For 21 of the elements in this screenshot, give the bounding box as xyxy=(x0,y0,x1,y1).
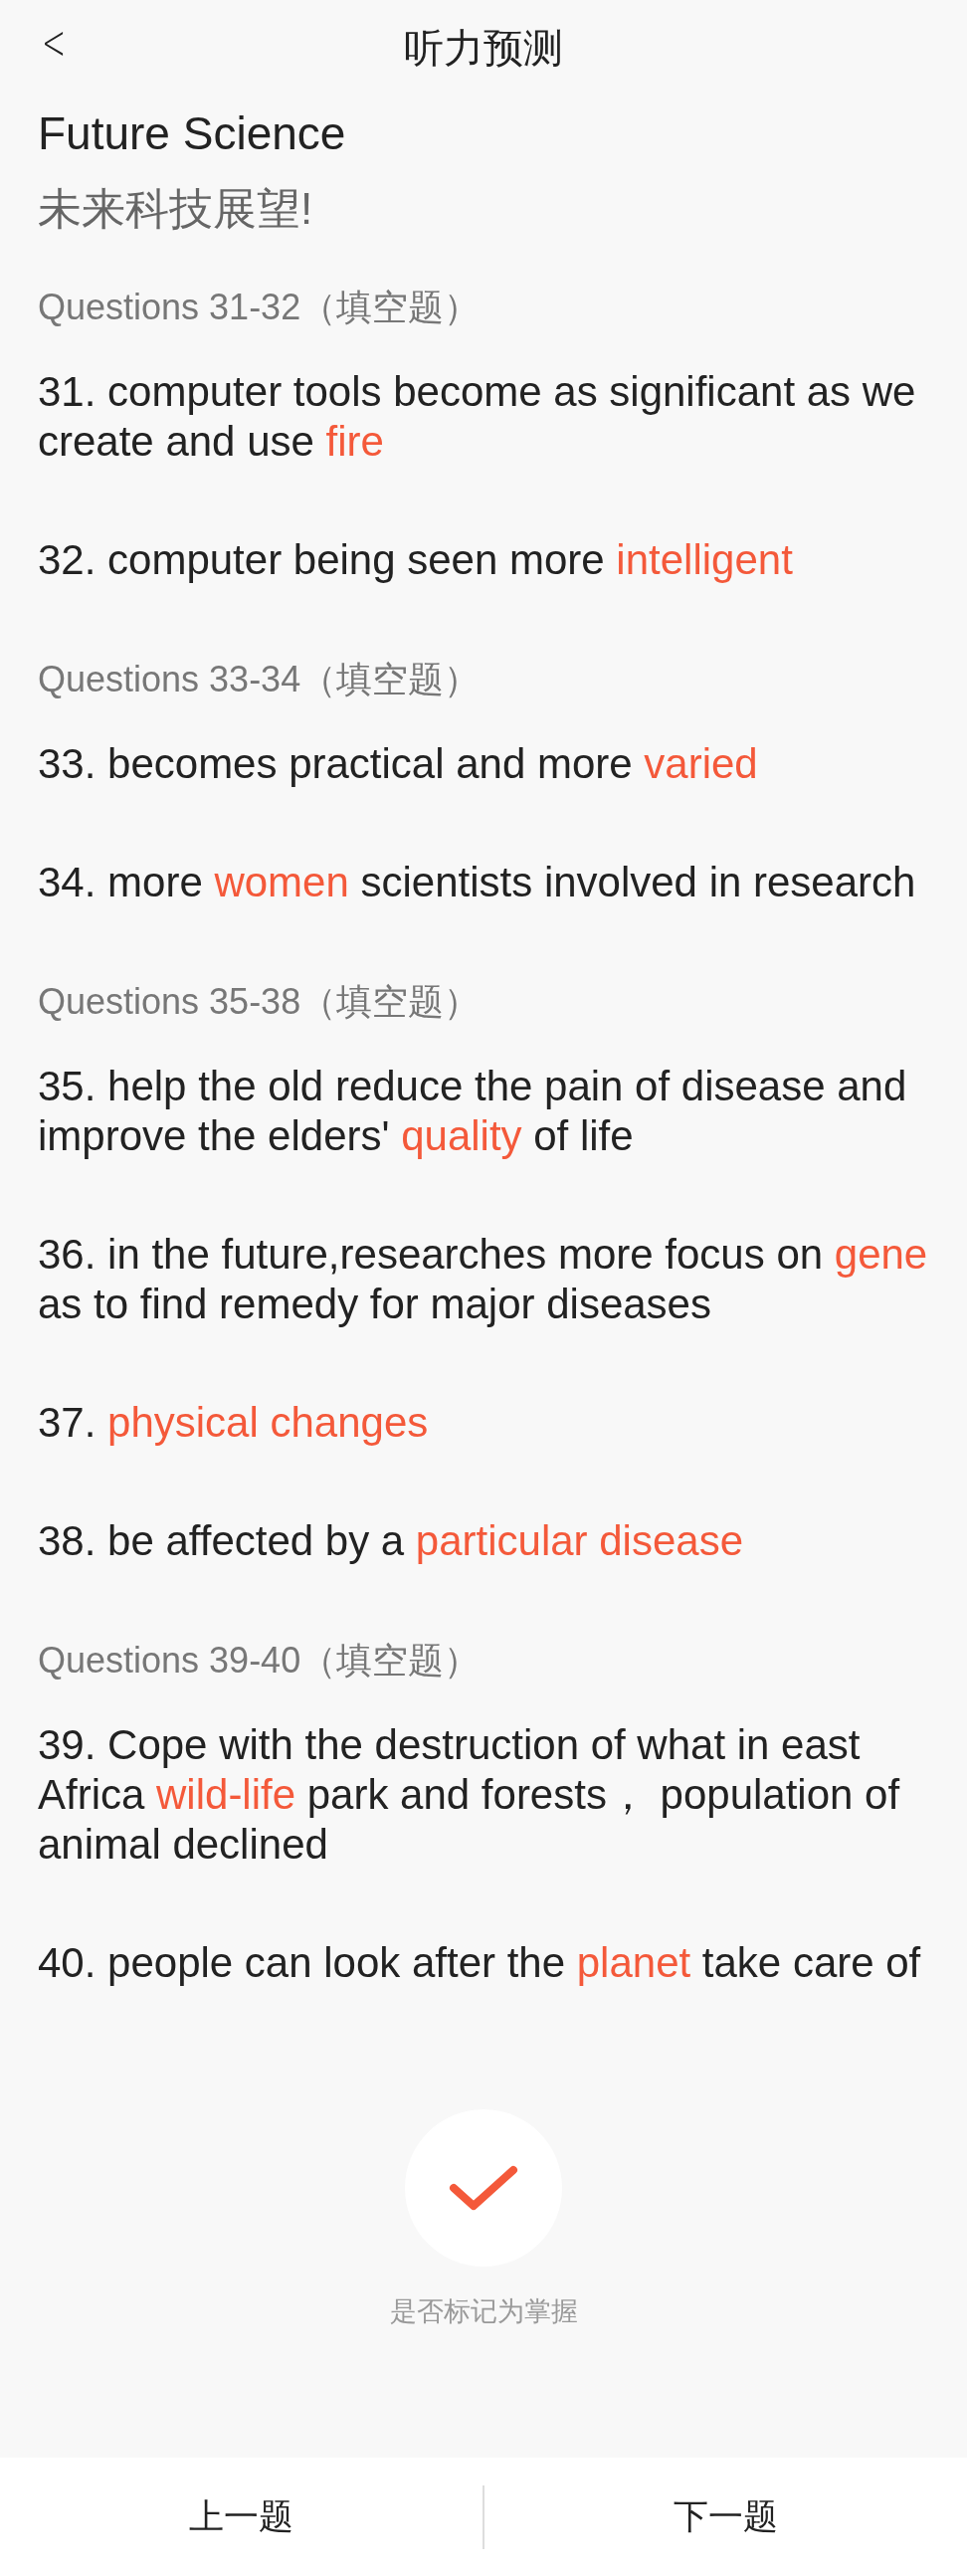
section-heading: Questions 31-32（填空题） xyxy=(38,288,482,327)
section-heading: Questions 33-34（填空题） xyxy=(38,660,482,699)
topic-title: Future Science xyxy=(38,107,347,159)
previous-button[interactable]: 上一题 xyxy=(0,2458,483,2576)
topic-subtitle: 未来科技展望! xyxy=(38,183,314,235)
question-text: 40. people can look after the planet take care of xyxy=(38,1938,922,1988)
question-text: 35. help the old reduce the pain of disease and improve the elders' quality of life xyxy=(38,1062,908,1161)
section-heading: Questions 35-38（填空题） xyxy=(38,982,482,1022)
mark-label: 是否标记为掌握 xyxy=(389,2296,578,2326)
question-text: 39. Cope with the destruction of what in east Africa wild-life park and forests， population of animal declined xyxy=(38,1720,901,1870)
question-text: 33. becomes practical and more varied xyxy=(38,739,759,789)
next-button[interactable]: 下一题 xyxy=(484,2458,967,2576)
question-text: 34. more women scientists involved in research xyxy=(38,858,917,907)
page-title: 听力预测 xyxy=(404,24,563,72)
section-heading: Questions 39-40（填空题） xyxy=(38,1641,482,1681)
question-text: 37. physical changes xyxy=(38,1398,430,1448)
question-text: 32. computer being seen more intelligent xyxy=(38,535,794,585)
back-button[interactable]: < xyxy=(39,12,69,72)
question-text: 38. be affected by a particular disease xyxy=(38,1516,745,1566)
question-text: 36. in the future,researches more focus on gene as to find remedy for major diseases xyxy=(38,1230,929,1329)
question-text: 31. computer tools become as significant as we create and use fire xyxy=(38,367,917,467)
